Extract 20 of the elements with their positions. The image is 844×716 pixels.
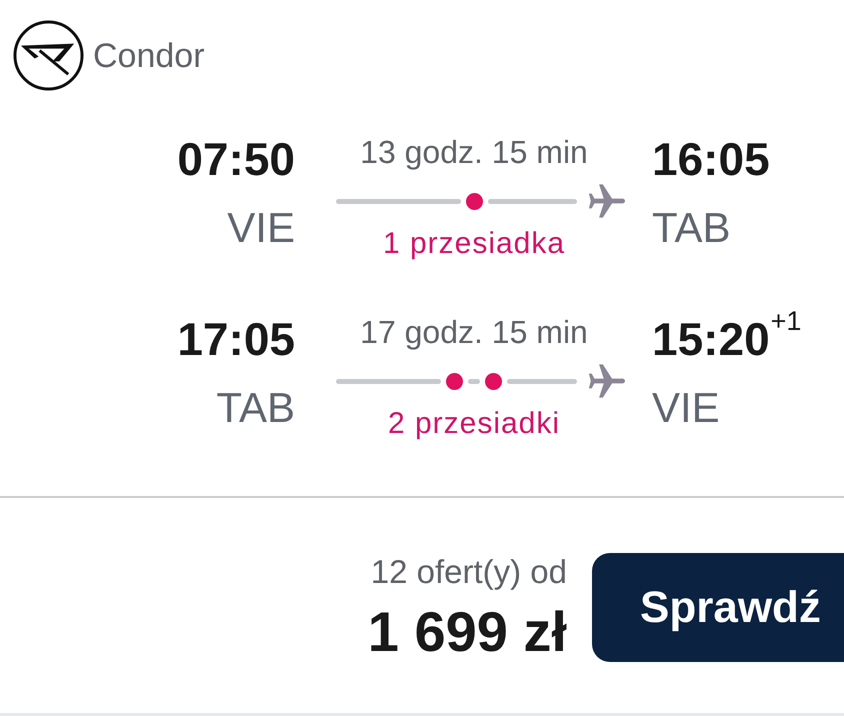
- departure-time: 17:05: [177, 316, 295, 362]
- arrival-airport: TAB: [652, 207, 731, 249]
- departure-time: 07:50: [177, 136, 295, 182]
- airline-name: Condor: [93, 38, 205, 72]
- plane-icon: [588, 184, 625, 218]
- flight-duration: 17 godz. 15 min: [360, 316, 588, 348]
- plane-icon: [588, 364, 625, 398]
- stops-label: 1 przesiadka: [382, 229, 566, 259]
- offer-count: 12 ofert(y) od: [370, 555, 567, 588]
- check-button[interactable]: Sprawdź: [592, 553, 844, 662]
- departure-airport: VIE: [227, 207, 295, 249]
- flight-duration: 13 godz. 15 min: [360, 136, 588, 168]
- arrival-airport: VIE: [652, 387, 720, 429]
- arrival-time: 16:05: [652, 136, 770, 182]
- stops-label: 2 przesiadki: [388, 409, 560, 439]
- price: 1 699 zł: [368, 604, 567, 660]
- arrival-time: 15:20: [652, 316, 770, 362]
- departure-airport: TAB: [216, 387, 295, 429]
- day-offset: +1: [770, 308, 802, 335]
- airline-logo-icon: [13, 20, 84, 91]
